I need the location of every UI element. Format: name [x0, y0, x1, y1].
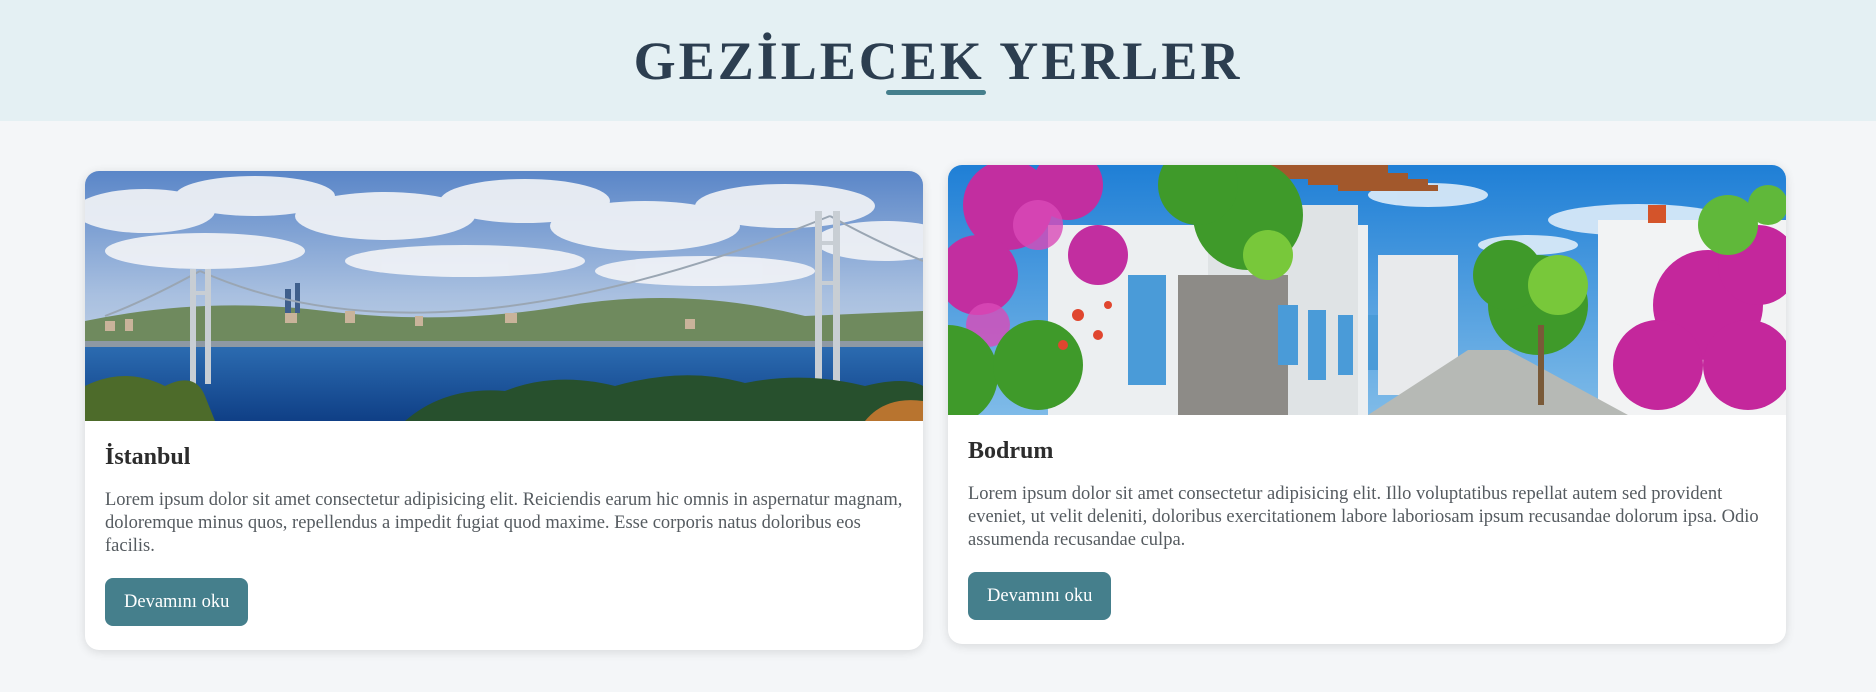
- page-header: GEZİLECEK YERLER: [0, 0, 1876, 121]
- card-description: Lorem ipsum dolor sit amet consectetur a…: [968, 484, 1759, 550]
- page-title: GEZİLECEK YERLER: [633, 31, 1243, 91]
- card-title: İstanbul: [105, 444, 191, 470]
- card-description: Lorem ipsum dolor sit amet consectetur a…: [105, 490, 903, 556]
- istanbul-bridge-image: [85, 171, 923, 421]
- bodrum-street-image: [948, 165, 1786, 415]
- destination-card-bodrum: Bodrum Lorem ipsum dolor sit amet consec…: [948, 165, 1786, 644]
- card-title: Bodrum: [968, 438, 1054, 464]
- read-more-button[interactable]: Devamını oku: [968, 572, 1112, 620]
- destination-card-istanbul: İstanbul Lorem ipsum dolor sit amet cons…: [85, 171, 923, 650]
- read-more-button[interactable]: Devamını oku: [105, 578, 249, 626]
- title-underline: [886, 90, 986, 95]
